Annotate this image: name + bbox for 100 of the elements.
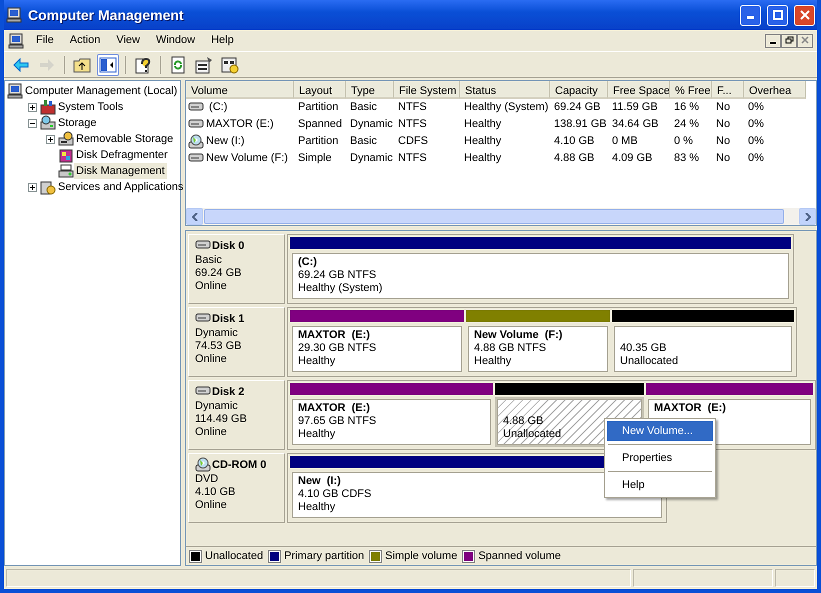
disk-name: Disk 0: [212, 240, 244, 252]
tree-item[interactable]: Disk Defragmenter: [74, 146, 170, 164]
panel-toggle-button[interactable]: [97, 54, 119, 76]
tree-item[interactable]: System Tools: [56, 98, 126, 116]
table-cell-text: 0%: [748, 100, 764, 116]
disk-info-panel[interactable]: Disk 0 Basic 69.24 GB Online: [188, 234, 285, 304]
expand-toggle[interactable]: [28, 102, 37, 112]
disk-name: Disk 2: [212, 386, 244, 398]
scrollbar-thumb[interactable]: [204, 209, 784, 224]
restore-down-button[interactable]: [781, 34, 797, 48]
menu-item[interactable]: Properties: [607, 448, 713, 468]
table-cell-text: Healthy: [464, 151, 502, 166]
table-cell-text: New (I:): [206, 134, 244, 150]
table-cell-text: 16 %: [674, 100, 700, 116]
disk-size: 74.53 GB: [195, 340, 242, 353]
partition-block[interactable]: MAXTOR (E:) 29.30 GB NTFS Healthy: [290, 324, 464, 374]
partition-block[interactable]: New Volume (F:) 4.88 GB NTFS Healthy: [466, 324, 610, 374]
table-cell-text: Healthy: [464, 134, 502, 150]
tree-item[interactable]: Computer Management (Local): [23, 82, 180, 100]
column-header[interactable]: Layout: [294, 81, 346, 99]
table-cell-text: 34.64 GB: [612, 117, 658, 132]
column-header[interactable]: Capacity: [550, 81, 608, 99]
column-header[interactable]: File System: [394, 81, 460, 99]
maximize-button[interactable]: [767, 4, 788, 26]
table-cell-text: Partition: [298, 100, 338, 116]
disk-management-icon: [58, 163, 74, 179]
column-header[interactable]: Status: [460, 81, 550, 99]
menu-item[interactable]: Window: [148, 30, 204, 51]
legend-label: Spanned volume: [478, 548, 561, 564]
partition-block[interactable]: MAXTOR (E:) 97.65 GB NTFS Healthy: [290, 397, 493, 447]
menu-item[interactable]: View: [108, 30, 148, 51]
partition-name: MAXTOR (E:): [298, 402, 370, 415]
collapse-toggle[interactable]: [28, 118, 37, 128]
disk-info-panel[interactable]: Disk 2 Dynamic 114.49 GB Online: [188, 380, 285, 450]
partition-block[interactable]: 40.35 GB Unallocated: [612, 324, 794, 374]
column-header[interactable]: F...: [712, 81, 744, 99]
disk-status: Online: [195, 426, 228, 439]
table-cell-text: CDFS: [398, 134, 428, 150]
refresh-icon: [169, 56, 187, 74]
menu-item[interactable]: New Volume...: [607, 421, 713, 441]
tape-drive-icon: [58, 131, 74, 147]
partition-size: 4.88 GB: [503, 415, 544, 428]
table-cell-text: 0 MB: [612, 134, 638, 150]
table-cell-text: NTFS: [398, 100, 427, 116]
column-header[interactable]: Volume: [186, 81, 294, 99]
table-cell-text: No: [716, 134, 730, 150]
partition-status: Healthy: [298, 355, 336, 368]
window-title: Computer Management: [28, 6, 185, 25]
table-cell-text: Healthy: [464, 117, 502, 132]
table-cell-text: Dynamic: [350, 151, 393, 166]
table-cell-text: NTFS: [398, 117, 427, 132]
partition-block[interactable]: (C:) 69.24 GB NTFS Healthy (System): [290, 251, 791, 301]
tree-item[interactable]: Disk Management: [74, 162, 167, 180]
computer-icon: [6, 7, 22, 23]
table-cell-text: (C:): [208, 100, 228, 116]
partition-size: 97.65 GB NTFS: [298, 415, 378, 428]
menu-item[interactable]: Help: [203, 30, 242, 51]
disk-type: DVD: [195, 473, 220, 486]
disk-size: 69.24 GB: [195, 267, 242, 280]
disk-name: CD-ROM 0: [212, 458, 266, 472]
disk-info-panel[interactable]: Disk 1 Dynamic 74.53 GB Online: [188, 307, 285, 377]
table-cell-text: 0%: [748, 151, 764, 166]
table-cell-text: Basic: [350, 100, 377, 116]
disk-type: Basic: [195, 254, 223, 267]
minimize-button[interactable]: [765, 34, 781, 48]
table-cell-text: 24 %: [674, 117, 700, 132]
disk-type: Dynamic: [195, 400, 239, 413]
table-cell-text: Healthy (System): [464, 100, 548, 116]
legend-label: Simple volume: [385, 548, 458, 564]
disk-info-panel[interactable]: CD-ROM 0 DVD 4.10 GB Online: [188, 453, 285, 523]
partition-size: 29.30 GB NTFS: [298, 342, 378, 355]
menu-item[interactable]: File: [28, 30, 62, 51]
partition-name: New Volume (F:): [474, 329, 562, 342]
scroll-left-button[interactable]: [186, 208, 203, 225]
cd-drive-icon: [188, 134, 204, 150]
panel-toggle-icon: [99, 56, 117, 74]
disk-size: 4.10 GB: [195, 486, 236, 499]
tree-item[interactable]: Storage: [56, 114, 99, 132]
legend-label: Unallocated: [205, 548, 264, 564]
column-header[interactable]: Type: [346, 81, 394, 99]
partition-status: Healthy: [298, 428, 336, 441]
tree-item[interactable]: Removable Storage: [74, 130, 176, 148]
expand-toggle[interactable]: [28, 182, 37, 192]
partition-name: MAXTOR (E:): [654, 402, 726, 415]
column-header[interactable]: % Free: [670, 81, 712, 99]
table-cell-text: New Volume (F:): [206, 151, 288, 166]
help-icon: [134, 56, 152, 74]
expand-toggle[interactable]: [46, 134, 55, 144]
partition-status: Healthy (System): [298, 282, 384, 295]
column-header[interactable]: Overhea: [744, 81, 806, 99]
table-cell-text: No: [716, 151, 730, 166]
menu-item[interactable]: Action: [62, 30, 108, 51]
partition-name: (C:): [298, 256, 317, 269]
tree-item[interactable]: Services and Applications: [56, 178, 186, 196]
table-cell-text: 0 %: [674, 134, 693, 150]
partition-status: Healthy: [474, 355, 512, 368]
scroll-right-button[interactable]: [799, 208, 816, 225]
table-cell-text: 83 %: [674, 151, 700, 166]
table-cell-text: MAXTOR (E:): [206, 117, 274, 132]
partition-size: 40.35 GB: [620, 342, 668, 355]
